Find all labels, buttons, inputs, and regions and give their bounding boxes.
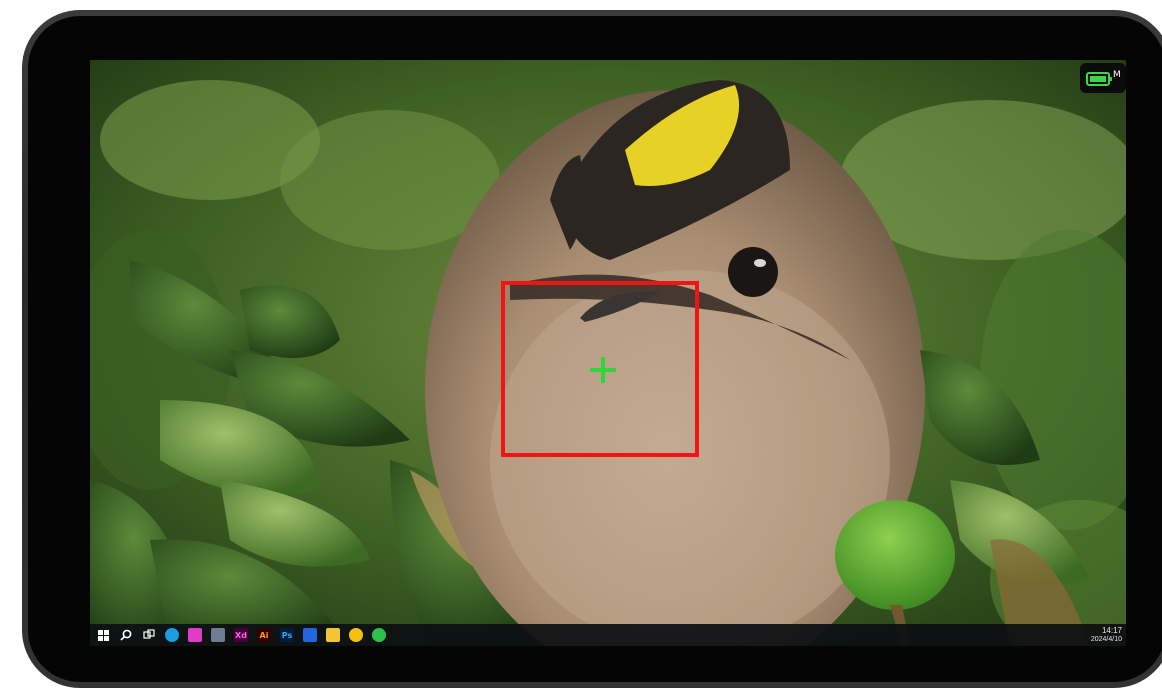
crosshair-cursor-icon bbox=[590, 357, 616, 383]
clock-date: 2024/4/10 bbox=[1090, 636, 1122, 643]
battery-badge: M bbox=[1113, 70, 1120, 80]
windows-start-icon[interactable] bbox=[96, 628, 110, 642]
task-view-icon[interactable] bbox=[142, 628, 156, 642]
adobe-xd-icon-label: Xd bbox=[235, 630, 247, 640]
adobe-illustrator-icon-label: Ai bbox=[259, 630, 269, 640]
clock-time: 14:17 bbox=[1101, 626, 1122, 635]
adobe-photoshop-icon-label: Ps bbox=[281, 630, 293, 640]
battery-indicator: M bbox=[1080, 63, 1126, 93]
search-icon[interactable] bbox=[119, 628, 133, 642]
taskbar-clock[interactable]: 14:17 2024/4/10 bbox=[1091, 626, 1122, 644]
file-explorer-icon[interactable] bbox=[326, 628, 340, 642]
adobe-photoshop-icon[interactable]: Ps bbox=[280, 628, 294, 642]
taskbar-apps: Xd Ai Ps bbox=[90, 628, 386, 642]
battery-icon: M bbox=[1086, 70, 1120, 86]
chrome-icon[interactable] bbox=[349, 628, 363, 642]
adobe-illustrator-icon[interactable]: Ai bbox=[257, 628, 271, 642]
calculator-icon[interactable] bbox=[211, 628, 225, 642]
app-blue-icon[interactable] bbox=[303, 628, 317, 642]
photos-icon[interactable] bbox=[188, 628, 202, 642]
taskbar: Xd Ai Ps 14:17 2024/4/10 bbox=[90, 624, 1126, 646]
wechat-icon[interactable] bbox=[372, 628, 386, 642]
edge-icon[interactable] bbox=[165, 628, 179, 642]
adobe-xd-icon[interactable]: Xd bbox=[234, 628, 248, 642]
desktop-screen: M Xd Ai Ps 14:17 2024/4/10 bbox=[90, 60, 1126, 646]
